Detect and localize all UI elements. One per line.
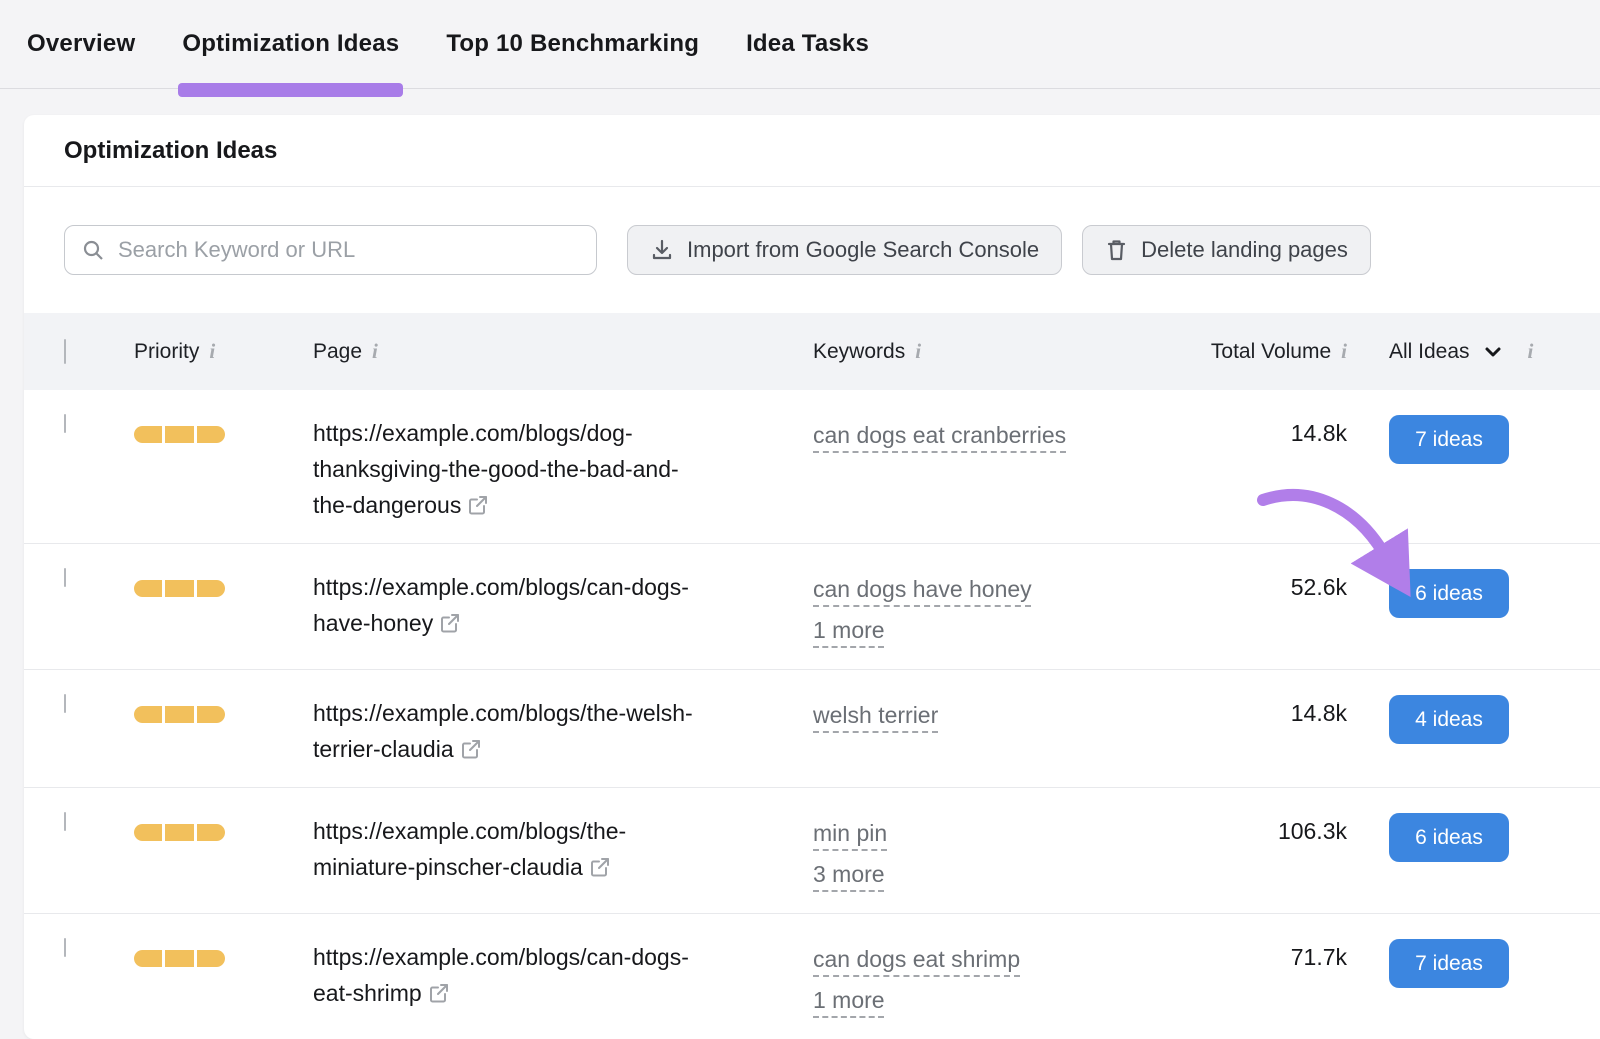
- row-checkbox[interactable]: [64, 694, 66, 713]
- table-row: https://example.com/blogs/can-dogs-eat-s…: [24, 914, 1600, 1039]
- table-row: https://example.com/blogs/dog-thanksgivi…: [24, 390, 1600, 544]
- priority-segment: [165, 580, 193, 597]
- import-gsc-button[interactable]: Import from Google Search Console: [627, 225, 1062, 275]
- row-checkbox[interactable]: [64, 812, 66, 831]
- total-volume-value: 14.8k: [1291, 420, 1347, 446]
- page-url-link[interactable]: https://example.com/blogs/dog-thanksgivi…: [313, 415, 695, 523]
- trash-icon: [1105, 238, 1128, 262]
- ideas-button[interactable]: 6 ideas: [1389, 569, 1509, 618]
- keyword-link[interactable]: min pin: [813, 820, 887, 846]
- priority-segment: [197, 580, 225, 597]
- total-volume-value: 71.7k: [1291, 944, 1347, 970]
- more-keywords-link[interactable]: 3 more: [813, 856, 885, 893]
- priority-indicator: [134, 426, 225, 443]
- priority-segment: [134, 426, 162, 443]
- page-url-link[interactable]: https://example.com/blogs/can-dogs-have-…: [313, 569, 695, 641]
- tab-idea-tasks-label: Idea Tasks: [746, 30, 869, 57]
- search-input[interactable]: [118, 237, 580, 263]
- table-row: https://example.com/blogs/the-welsh-terr…: [24, 670, 1600, 788]
- priority-segment: [197, 950, 225, 967]
- external-link-icon: [439, 612, 461, 634]
- priority-segment: [165, 950, 193, 967]
- delete-landing-pages-label: Delete landing pages: [1141, 237, 1348, 263]
- tab-idea-tasks[interactable]: Idea Tasks: [746, 30, 869, 58]
- search-box[interactable]: [64, 225, 597, 275]
- page-url-link[interactable]: https://example.com/blogs/can-dogs-eat-s…: [313, 939, 695, 1011]
- ideas-filter-dropdown[interactable]: All Ideas: [1389, 340, 1504, 364]
- keyword-link[interactable]: welsh terrier: [813, 702, 938, 728]
- priority-indicator: [134, 580, 225, 597]
- table-header: Priority i Page i Keywords i Total Volum…: [24, 313, 1600, 390]
- priority-segment: [134, 580, 162, 597]
- info-icon[interactable]: i: [209, 341, 215, 362]
- column-header-page: Page: [313, 340, 362, 364]
- total-volume-value: 52.6k: [1291, 574, 1347, 600]
- priority-segment: [197, 706, 225, 723]
- top-tab-bar: Overview Optimization Ideas Top 10 Bench…: [0, 0, 1600, 89]
- tab-optimization-ideas[interactable]: Optimization Ideas: [182, 30, 399, 58]
- priority-indicator: [134, 824, 225, 841]
- more-keywords-link[interactable]: 1 more: [813, 982, 885, 1019]
- external-link-icon: [589, 856, 611, 878]
- keyword-link[interactable]: can dogs eat shrimp: [813, 946, 1020, 972]
- priority-indicator: [134, 706, 225, 723]
- import-gsc-label: Import from Google Search Console: [687, 237, 1039, 263]
- info-icon[interactable]: i: [1528, 341, 1534, 362]
- priority-segment: [134, 950, 162, 967]
- page-url-link[interactable]: https://example.com/blogs/the-welsh-terr…: [313, 695, 695, 767]
- external-link-icon: [467, 494, 489, 516]
- info-icon[interactable]: i: [372, 341, 378, 362]
- page-url: https://example.com/blogs/can-dogs-eat-s…: [313, 944, 689, 1006]
- info-icon[interactable]: i: [915, 341, 921, 362]
- priority-segment: [165, 426, 193, 443]
- delete-landing-pages-button[interactable]: Delete landing pages: [1082, 225, 1371, 275]
- active-tab-indicator: [178, 83, 403, 97]
- priority-segment: [197, 824, 225, 841]
- tab-overview-label: Overview: [27, 30, 135, 57]
- priority-indicator: [134, 950, 225, 967]
- external-link-icon: [428, 982, 450, 1004]
- more-keywords-link[interactable]: 1 more: [813, 612, 885, 649]
- table-row: https://example.com/blogs/can-dogs-have-…: [24, 544, 1600, 670]
- optimization-ideas-panel: Optimization Ideas Import from Google Se…: [24, 115, 1600, 1039]
- page-url: https://example.com/blogs/the-welsh-terr…: [313, 700, 693, 762]
- column-header-keywords: Keywords: [813, 340, 905, 364]
- ideas-filter-label: All Ideas: [1389, 340, 1470, 364]
- keyword-link[interactable]: can dogs eat cranberries: [813, 422, 1066, 448]
- column-header-priority: Priority: [134, 340, 199, 364]
- priority-segment: [134, 706, 162, 723]
- page-url-link[interactable]: https://example.com/blogs/the-miniature-…: [313, 813, 695, 885]
- toolbar: Import from Google Search Console Delete…: [24, 187, 1600, 313]
- ideas-button[interactable]: 7 ideas: [1389, 415, 1509, 464]
- priority-segment: [197, 426, 225, 443]
- priority-segment: [165, 706, 193, 723]
- chevron-down-icon: [1482, 341, 1504, 363]
- tab-top10-benchmarking-label: Top 10 Benchmarking: [446, 30, 699, 57]
- page-url: https://example.com/blogs/dog-thanksgivi…: [313, 420, 679, 518]
- row-checkbox[interactable]: [64, 568, 66, 587]
- page-url: https://example.com/blogs/can-dogs-have-…: [313, 574, 689, 636]
- row-checkbox[interactable]: [64, 414, 66, 433]
- tab-top10-benchmarking[interactable]: Top 10 Benchmarking: [446, 30, 699, 58]
- external-link-icon: [460, 738, 482, 760]
- select-all-checkbox[interactable]: [64, 339, 66, 364]
- tab-optimization-ideas-label: Optimization Ideas: [182, 30, 399, 57]
- total-volume-value: 14.8k: [1291, 700, 1347, 726]
- table-row: https://example.com/blogs/the-miniature-…: [24, 788, 1600, 914]
- row-checkbox[interactable]: [64, 938, 66, 957]
- page-title: Optimization Ideas: [64, 137, 277, 165]
- ideas-button[interactable]: 6 ideas: [1389, 813, 1509, 862]
- priority-segment: [134, 824, 162, 841]
- ideas-button[interactable]: 7 ideas: [1389, 939, 1509, 988]
- tab-overview[interactable]: Overview: [27, 30, 135, 58]
- search-icon: [81, 238, 105, 262]
- ideas-button[interactable]: 4 ideas: [1389, 695, 1509, 744]
- panel-header: Optimization Ideas: [24, 115, 1600, 187]
- column-header-total-volume: Total Volume: [1211, 340, 1331, 364]
- download-icon: [650, 238, 674, 262]
- page-url: https://example.com/blogs/the-miniature-…: [313, 818, 626, 880]
- priority-segment: [165, 824, 193, 841]
- total-volume-value: 106.3k: [1278, 818, 1347, 844]
- keyword-link[interactable]: can dogs have honey: [813, 576, 1032, 602]
